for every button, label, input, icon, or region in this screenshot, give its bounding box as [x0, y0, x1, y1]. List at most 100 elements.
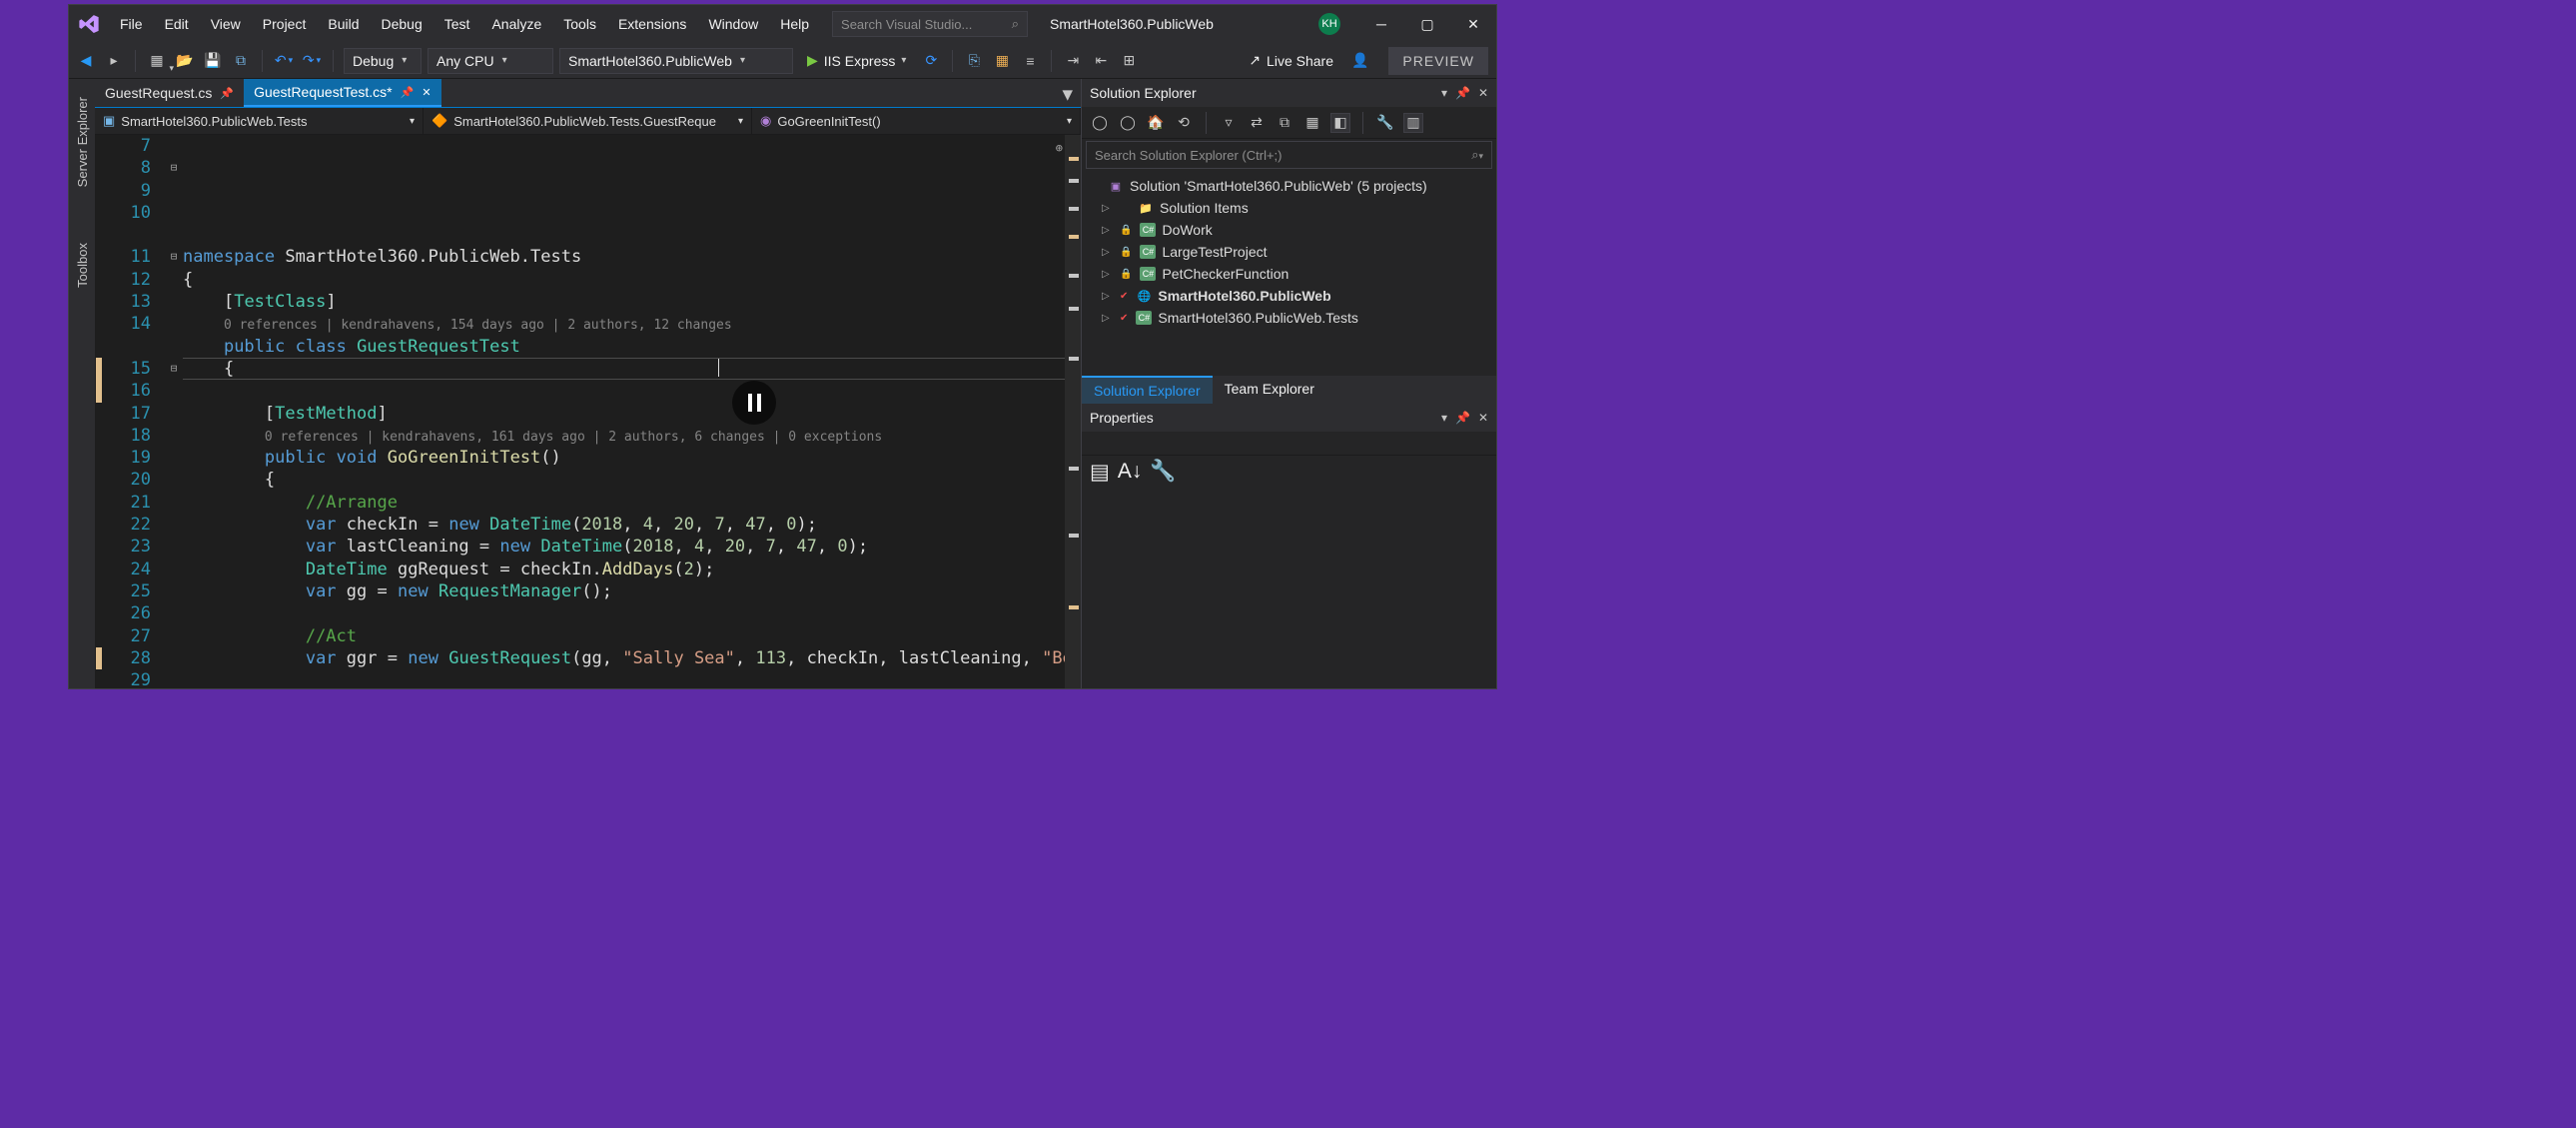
pane-pin-icon[interactable]: 📌 [1455, 86, 1470, 100]
pane-close-icon[interactable]: ✕ [1478, 86, 1488, 100]
new-project-icon[interactable]: ▦▾ [146, 50, 168, 72]
menu-view[interactable]: View [200, 10, 252, 38]
rail-toolbox[interactable]: Toolbox [73, 235, 92, 296]
expand-icon[interactable]: ▷ [1102, 269, 1114, 280]
pane-close-icon[interactable]: ✕ [1478, 411, 1488, 425]
redo-icon[interactable]: ↷▾ [301, 50, 323, 72]
pane-tab-team-explorer[interactable]: Team Explorer [1213, 376, 1326, 404]
menu-tools[interactable]: Tools [552, 10, 607, 38]
menu-window[interactable]: Window [697, 10, 769, 38]
se-fwd-icon[interactable]: ◯ [1118, 113, 1138, 133]
se-sync2-icon[interactable]: ⇄ [1247, 113, 1267, 133]
se-showall-icon[interactable]: ▦ [1302, 113, 1322, 133]
nav-forward-icon[interactable]: ▸ [103, 50, 125, 72]
expand-icon[interactable]: ▷ [1102, 291, 1114, 302]
project-node[interactable]: ▷🔒C#LargeTestProject [1082, 241, 1496, 263]
window-buttons: ─ ▢ ✕ [1358, 9, 1496, 39]
expand-icon[interactable]: ▷ [1102, 203, 1114, 214]
search-placeholder: Search Visual Studio... [841, 17, 1012, 32]
step2-icon[interactable]: ⇤ [1090, 50, 1112, 72]
project-node[interactable]: ▷🔒C#PetCheckerFunction [1082, 263, 1496, 285]
pane-tab-solution-explorer[interactable]: Solution Explorer [1082, 376, 1213, 404]
se-filter-icon[interactable]: ▿ [1219, 113, 1239, 133]
liveshare-user-icon: 👤 [1351, 52, 1368, 69]
properties-object-combo[interactable] [1082, 432, 1496, 456]
save-all-icon[interactable]: ⧉ [230, 50, 252, 72]
solution-tree[interactable]: ▣Solution 'SmartHotel360.PublicWeb' (5 p… [1082, 171, 1496, 376]
menu-file[interactable]: File [109, 10, 154, 38]
solution-explorer-search[interactable]: Search Solution Explorer (Ctrl+;) ⌕▾ [1086, 141, 1492, 169]
open-icon[interactable]: 📂 [174, 50, 196, 72]
expand-icon[interactable]: ▷ [1102, 313, 1114, 324]
pane-menu-icon[interactable]: ▾ [1441, 86, 1447, 100]
split-view-icon[interactable]: ⊕ [1056, 137, 1063, 159]
method-icon: ◉ [760, 113, 771, 129]
pane-menu-icon[interactable]: ▾ [1441, 411, 1447, 425]
expand-icon[interactable]: ▷ [1102, 247, 1114, 258]
start-debugging-button[interactable]: ▶IIS Express▾ [799, 48, 914, 74]
code-editor[interactable]: 7891011121314151617181920212223242526272… [95, 135, 1081, 688]
close-button[interactable]: ✕ [1450, 9, 1496, 39]
categorized-icon[interactable]: ▤ [1090, 460, 1110, 485]
liveshare-button[interactable]: ↗ Live Share 👤 [1249, 52, 1382, 69]
user-avatar[interactable]: KH [1318, 13, 1340, 35]
overview-ruler[interactable] [1065, 135, 1081, 688]
toggle-icon[interactable]: ≡ [1019, 50, 1041, 72]
project-node[interactable]: ▷✔🌐SmartHotel360.PublicWeb [1082, 285, 1496, 307]
se-collapse-icon[interactable]: ⧉ [1275, 113, 1294, 133]
startup-project-dropdown[interactable]: SmartHotel360.PublicWeb▾ [559, 48, 793, 74]
se-back-icon[interactable]: ◯ [1090, 113, 1110, 133]
quick-search-input[interactable]: Search Visual Studio... ⌕ [832, 11, 1028, 37]
lock-icon: 🔒 [1120, 225, 1132, 236]
rail-server-explorer[interactable]: Server Explorer [73, 89, 92, 195]
step-icon[interactable]: ⇥ [1062, 50, 1084, 72]
class-icon: 🔶 [431, 113, 447, 129]
prop-wrench-icon[interactable]: 🔧 [1150, 460, 1176, 484]
menu-debug[interactable]: Debug [371, 10, 433, 38]
solution-node[interactable]: ▣Solution 'SmartHotel360.PublicWeb' (5 p… [1082, 175, 1496, 197]
menu-help[interactable]: Help [769, 10, 820, 38]
minimize-button[interactable]: ─ [1358, 9, 1404, 39]
menu-edit[interactable]: Edit [154, 10, 200, 38]
menu-build[interactable]: Build [317, 10, 370, 38]
pin-icon[interactable]: 📌 [401, 86, 415, 99]
nav-member-dropdown[interactable]: ◉GoGreenInitTest()▾ [752, 108, 1081, 134]
property-grid[interactable] [1082, 488, 1496, 688]
se-properties-icon[interactable]: 🔧 [1375, 113, 1395, 133]
menu-extensions[interactable]: Extensions [607, 10, 697, 38]
expand-icon[interactable]: ▷ [1102, 225, 1114, 236]
lock-icon: 🔒 [1120, 247, 1132, 258]
menu-analyze[interactable]: Analyze [480, 10, 552, 38]
project-node[interactable]: ▷✔C#SmartHotel360.PublicWeb.Tests [1082, 307, 1496, 329]
se-sync-icon[interactable]: ⟲ [1174, 113, 1194, 133]
pin-icon[interactable]: 📌 [220, 87, 234, 100]
project-node[interactable]: ▷📁Solution Items [1082, 197, 1496, 219]
document-tab[interactable]: GuestRequestTest.cs*📌✕ [244, 79, 440, 107]
close-icon[interactable]: ✕ [422, 86, 430, 99]
folder-icon: 📁 [1138, 201, 1154, 215]
menu-test[interactable]: Test [433, 10, 481, 38]
maximize-button[interactable]: ▢ [1404, 9, 1450, 39]
se-view-icon[interactable]: ▥ [1403, 113, 1423, 133]
document-tab[interactable]: GuestRequest.cs📌 [95, 79, 244, 107]
se-home-icon[interactable]: 🏠 [1146, 113, 1166, 133]
platform-dropdown[interactable]: Any CPU▾ [428, 48, 553, 74]
preview-badge: PREVIEW [1388, 47, 1488, 75]
project-node[interactable]: ▷🔒C#DoWork [1082, 219, 1496, 241]
main-menu: FileEditViewProjectBuildDebugTestAnalyze… [109, 10, 820, 38]
nav-type-dropdown[interactable]: 🔶SmartHotel360.PublicWeb.Tests.GuestRequ… [424, 108, 752, 134]
tab-overflow-icon[interactable]: ▾ [1054, 82, 1081, 107]
menu-project[interactable]: Project [252, 10, 318, 38]
nav-project-dropdown[interactable]: ▣SmartHotel360.PublicWeb.Tests▾ [95, 108, 424, 134]
comment-icon[interactable]: ⊞ [1118, 50, 1140, 72]
browser-link-icon[interactable]: ⎘ [963, 50, 985, 72]
undo-icon[interactable]: ↶▾ [273, 50, 295, 72]
configuration-dropdown[interactable]: Debug▾ [344, 48, 422, 74]
alpha-icon[interactable]: A↓ [1118, 460, 1143, 484]
extensions-icon[interactable]: ▦ [991, 50, 1013, 72]
nav-back-icon[interactable]: ◀ [75, 50, 97, 72]
se-preview-icon[interactable]: ◧ [1330, 113, 1350, 133]
save-icon[interactable]: 💾 [202, 50, 224, 72]
pane-pin-icon[interactable]: 📌 [1455, 411, 1470, 425]
refresh-icon[interactable]: ⟳ [920, 50, 942, 72]
